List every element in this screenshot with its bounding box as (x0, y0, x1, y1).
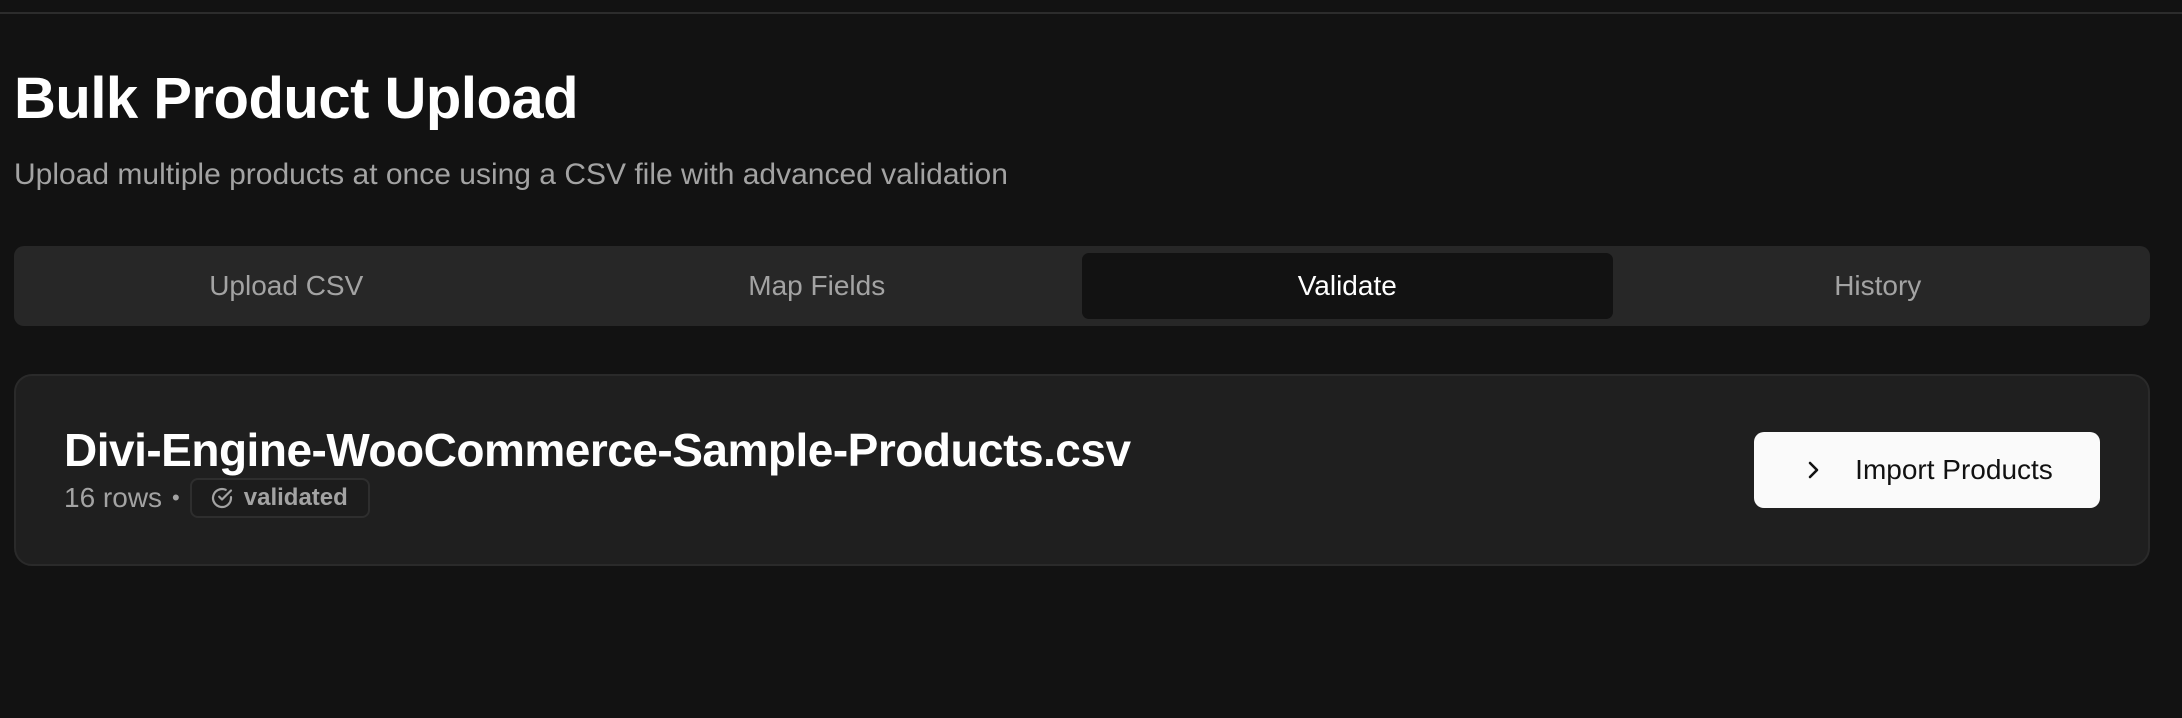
import-products-button[interactable]: Import Products (1754, 432, 2100, 508)
row-count: 16 rows (64, 482, 163, 513)
tab-bar: Upload CSV Map Fields Validate History (14, 246, 2150, 326)
status-badge-label: validated (243, 484, 348, 511)
check-circle-icon (210, 486, 234, 510)
page-subtitle: Upload multiple products at once using a… (14, 158, 1008, 191)
file-name: Divi-Engine-WooCommerce-Sample-Products.… (64, 424, 1131, 476)
file-card: Divi-Engine-WooCommerce-Sample-Products.… (14, 374, 2150, 566)
chevron-right-icon (1801, 458, 1825, 482)
tab-upload-csv[interactable]: Upload CSV (21, 253, 552, 319)
header-divider (0, 12, 2182, 14)
file-meta: 16 rows • validated (64, 476, 370, 520)
tab-validate[interactable]: Validate (1082, 253, 1613, 319)
status-badge: validated (189, 478, 370, 518)
tab-map-fields[interactable]: Map Fields (552, 253, 1083, 319)
import-products-label: Import Products (1855, 454, 2053, 485)
meta-separator: • (172, 485, 180, 510)
tab-history[interactable]: History (1613, 253, 2144, 319)
page-title: Bulk Product Upload (14, 66, 579, 131)
